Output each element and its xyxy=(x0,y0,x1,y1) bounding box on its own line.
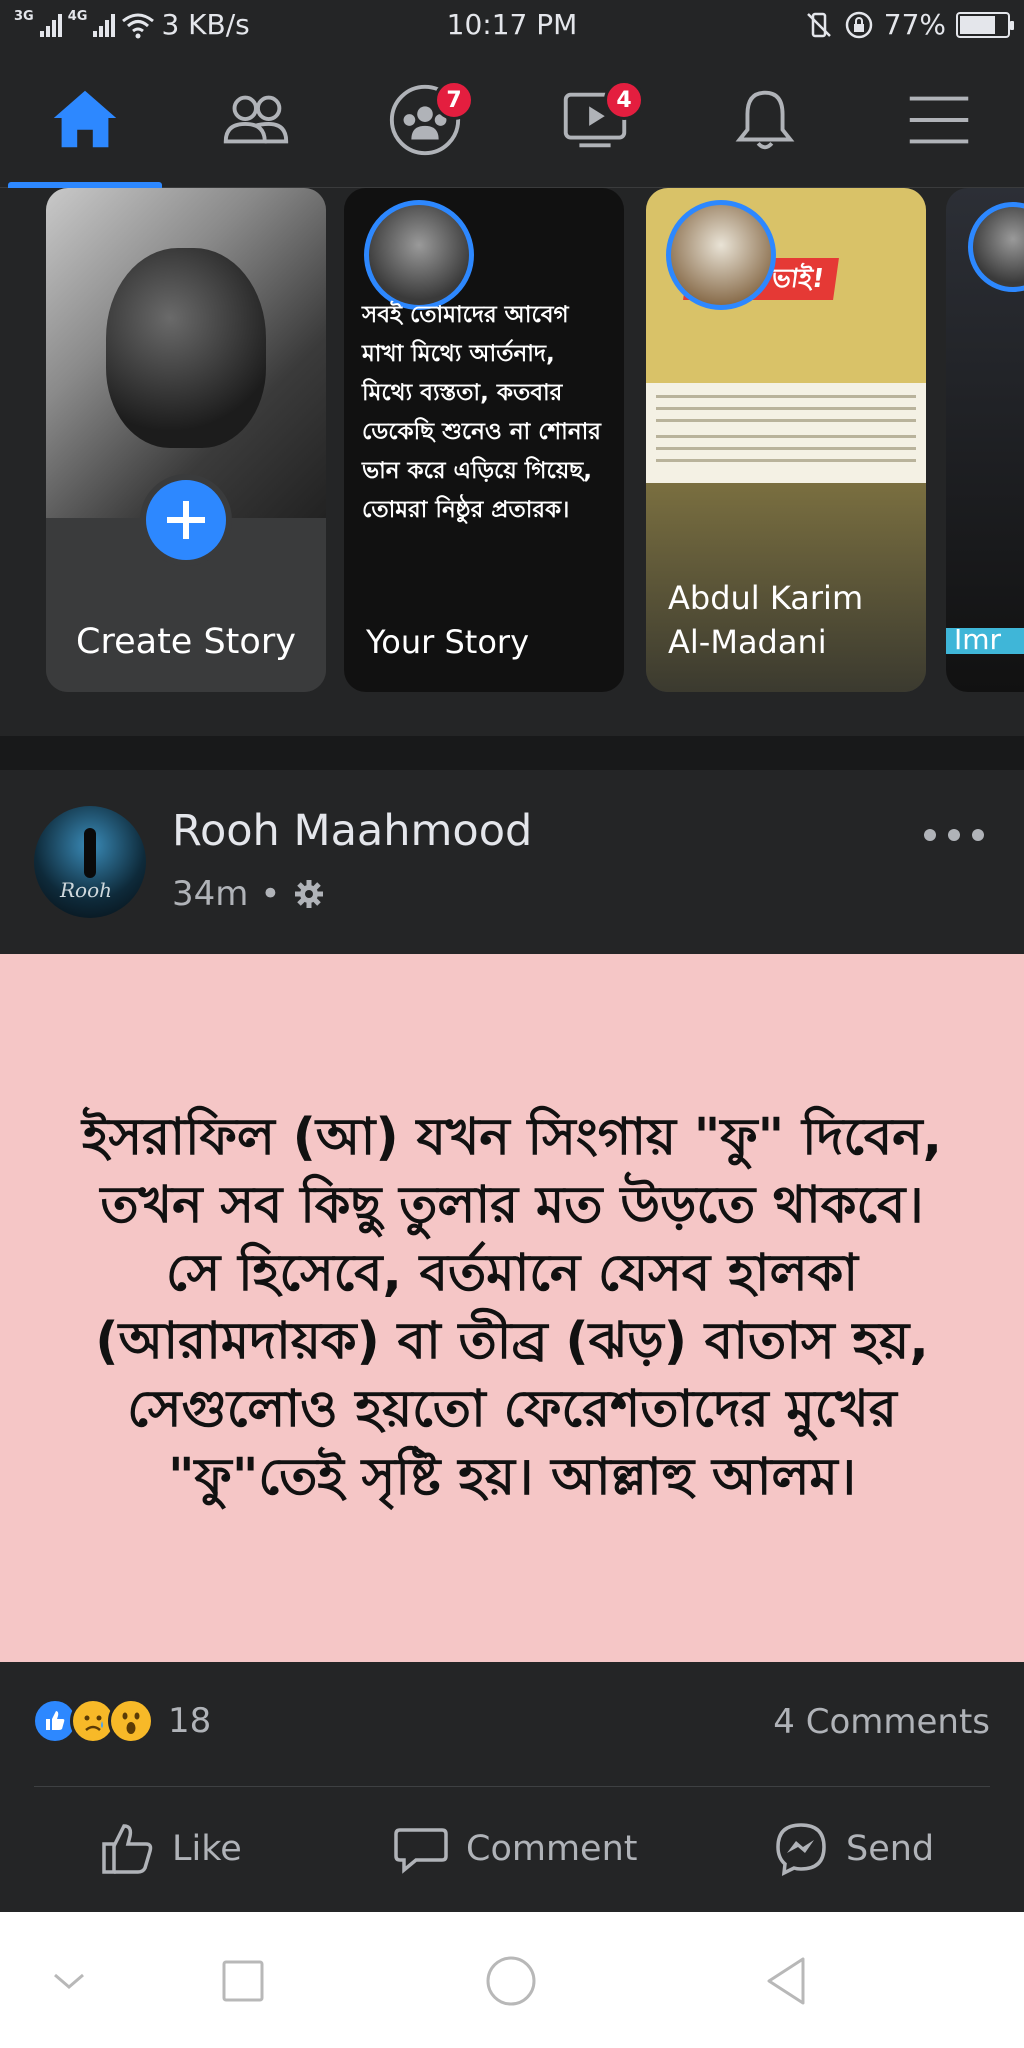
section-divider xyxy=(0,736,1024,770)
hide-nav-button[interactable] xyxy=(34,1946,104,2016)
post-header: Rooh Rooh Maahmood 34m • xyxy=(0,770,1024,954)
friend-story-card[interactable]: Imr xyxy=(946,188,1024,692)
like-button[interactable]: Like xyxy=(98,1812,242,1886)
nav-home[interactable] xyxy=(10,52,160,188)
square-icon xyxy=(222,1960,264,2002)
recents-button[interactable] xyxy=(208,1946,278,2016)
post-time[interactable]: 34m xyxy=(172,874,248,914)
send-button[interactable]: Send xyxy=(772,1812,934,1886)
plus-icon xyxy=(167,501,205,539)
friend-story-card[interactable]: ভাই! Abdul Karim Al-Madani xyxy=(646,188,926,692)
thumbs-up-icon xyxy=(102,1824,153,1874)
notifications-icon xyxy=(735,90,795,150)
avatar[interactable]: Rooh xyxy=(34,806,146,918)
status-bar: 3G 4G 3 KB/s 10:17 PM 77% xyxy=(0,0,1024,52)
gear-icon xyxy=(295,880,324,908)
wow-reaction-icon xyxy=(108,1698,154,1744)
comment-icon xyxy=(394,1828,448,1874)
nav-menu[interactable] xyxy=(864,52,1014,188)
avatar xyxy=(968,202,1024,292)
comments-count[interactable]: 4 Comments xyxy=(773,1702,990,1742)
avatar-signature: Rooh xyxy=(60,878,113,902)
chevron-down-icon xyxy=(54,1973,84,1989)
comment-button[interactable]: Comment xyxy=(392,1812,637,1886)
post-body: ইসরাফিল (আ) যখন সিংগায় "ফু" দিবেন, তখন … xyxy=(0,954,1024,1662)
battery-percent: 77% xyxy=(883,8,946,41)
top-nav: 7 4 xyxy=(0,52,1024,188)
battery-fill xyxy=(960,15,996,34)
reactions-summary[interactable]: 18 xyxy=(32,1698,211,1744)
reaction-count: 18 xyxy=(168,1701,212,1741)
vibrate-off-icon xyxy=(806,12,831,37)
status-right: 77% xyxy=(804,8,1014,41)
add-story-button[interactable] xyxy=(140,474,232,566)
friends-icon xyxy=(223,95,289,144)
post-text: ইসরাফিল (আ) যখন সিংগায় "ফু" দিবেন, তখন … xyxy=(81,1108,943,1507)
avatar xyxy=(364,200,474,310)
your-story-text: সবই তোমাদের আবেগ মাখা মিথ্যে আর্তনাদ, মি… xyxy=(362,302,601,523)
home-button[interactable] xyxy=(476,1946,546,2016)
back-button[interactable] xyxy=(752,1946,822,2016)
post-footer: 18 4 Comments Like Comment Send xyxy=(0,1662,1024,1912)
system-nav-bar xyxy=(0,1912,1024,2048)
groups-badge: 7 xyxy=(434,80,474,120)
post-meta: 34m • xyxy=(172,874,326,914)
story-document-image xyxy=(646,383,926,483)
home-icon xyxy=(53,90,117,148)
fourth-story-label: Imr xyxy=(954,623,1002,656)
nav-watch[interactable] xyxy=(520,52,670,188)
nav-groups[interactable] xyxy=(350,52,500,188)
comment-label: Comment xyxy=(466,1829,638,1869)
messenger-icon xyxy=(776,1823,826,1877)
stories-tray: Create Story সবই তোমাদের আবেগ মাখা মিথ্য… xyxy=(0,188,1024,736)
avatar xyxy=(666,200,776,310)
send-label: Send xyxy=(846,1829,935,1869)
profile-photo xyxy=(46,188,326,518)
post-more-button[interactable] xyxy=(924,820,984,850)
back-triangle-icon xyxy=(767,1957,805,2005)
nav-friends[interactable] xyxy=(180,52,330,188)
friend-story-label: Abdul Karim Al-Madani xyxy=(668,579,864,661)
rotation-lock-icon xyxy=(845,11,873,38)
your-story-card[interactable]: সবই তোমাদের আবেগ মাখা মিথ্যে আর্তনাদ, মি… xyxy=(344,188,624,692)
create-story-label: Create Story xyxy=(76,622,296,662)
your-story-label: Your Story xyxy=(366,623,530,661)
create-story-card[interactable]: Create Story xyxy=(46,188,326,692)
menu-icon xyxy=(909,96,969,144)
post-author[interactable]: Rooh Maahmood xyxy=(172,806,532,856)
watch-badge: 4 xyxy=(604,80,644,120)
nav-notifications[interactable] xyxy=(690,52,840,188)
battery-icon xyxy=(956,11,1014,38)
circle-icon xyxy=(486,1956,536,2006)
like-label: Like xyxy=(172,1829,242,1869)
footer-divider xyxy=(34,1786,990,1787)
